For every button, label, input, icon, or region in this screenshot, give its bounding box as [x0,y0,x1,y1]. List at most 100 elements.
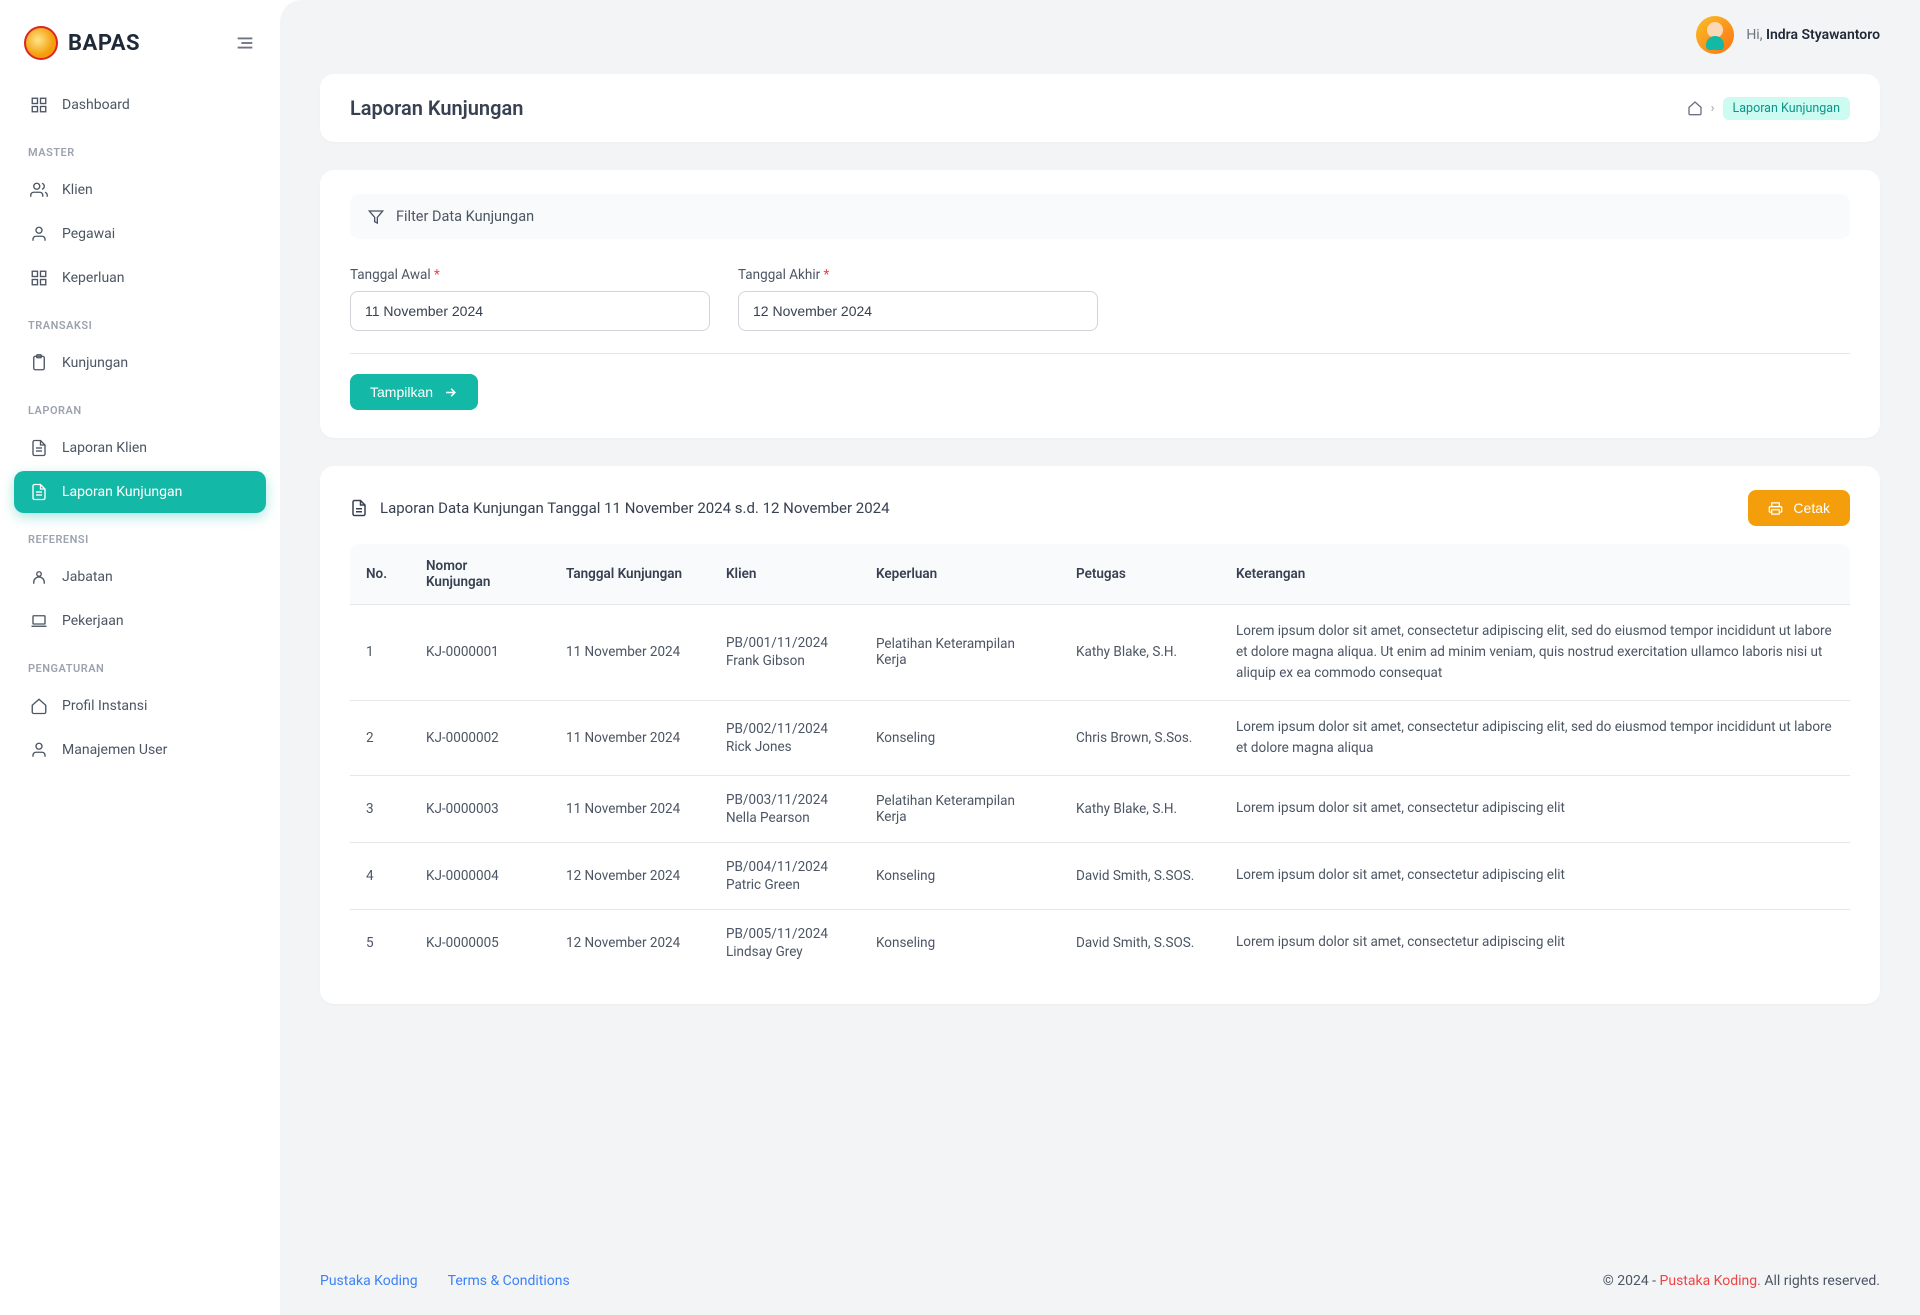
filter-heading-label: Filter Data Kunjungan [396,208,534,225]
sidebar-item-pegawai[interactable]: Pegawai [14,213,266,255]
label-tanggal-akhir: Tanggal Akhir * [738,267,1098,283]
breadcrumb-current: Laporan Kunjungan [1723,97,1850,120]
th-keperluan: Keperluan [860,544,1060,605]
cell-keperluan: Konseling [860,842,1060,909]
chevron-right-icon: › [1711,101,1715,116]
topbar: Hi, Indra Styawantoro [280,0,1920,64]
tampilkan-button[interactable]: Tampilkan [350,374,478,410]
cell-keterangan: Lorem ipsum dolor sit amet, consectetur … [1220,909,1850,976]
cell-keperluan: Konseling [860,700,1060,775]
cell-keterangan: Lorem ipsum dolor sit amet, consectetur … [1220,775,1850,842]
page-title: Laporan Kunjungan [350,96,523,120]
table-row: 5KJ-000000512 November 2024PB/005/11/202… [350,909,1850,976]
cell-petugas: David Smith, S.SOS. [1060,909,1220,976]
sidebar-item-label: Profil Instansi [62,698,147,714]
cell-klien: PB/002/11/2024Rick Jones [710,700,860,775]
cell-petugas: Kathy Blake, S.H. [1060,775,1220,842]
footer-link-pustaka[interactable]: Pustaka Koding [320,1273,418,1289]
sidebar-item-pekerjaan[interactable]: Pekerjaan [14,600,266,642]
user-name: Indra Styawantoro [1766,27,1880,43]
th-tanggal: Tanggal Kunjungan [550,544,710,605]
filter-heading: Filter Data Kunjungan [350,194,1850,239]
cell-petugas: Kathy Blake, S.H. [1060,605,1220,701]
report-table: No. Nomor Kunjungan Tanggal Kunjungan Kl… [350,544,1850,976]
grid-icon [30,96,48,114]
report-card: Laporan Data Kunjungan Tanggal 11 Novemb… [320,466,1880,1004]
grid-icon [30,269,48,287]
sidebar-item-label: Pegawai [62,226,115,242]
filter-form: Tanggal Awal * Tanggal Akhir * [350,261,1850,354]
home-icon[interactable] [1687,100,1703,116]
sidebar-item-profil-instansi[interactable]: Profil Instansi [14,685,266,727]
table-row: 2KJ-000000211 November 2024PB/002/11/202… [350,700,1850,775]
cell-keperluan: Konseling [860,909,1060,976]
cell-keperluan: Pelatihan Keterampilan Kerja [860,775,1060,842]
sidebar-item-label: Klien [62,182,93,198]
nav-section-label: PENGATURAN [14,644,266,683]
user-text: Hi, Indra Styawantoro [1746,27,1880,43]
footer-link-terms[interactable]: Terms & Conditions [448,1273,570,1289]
users-icon [30,181,48,199]
brand[interactable]: BAPAS [14,20,266,84]
sidebar-item-dashboard[interactable]: Dashboard [14,84,266,126]
table-header-row: No. Nomor Kunjungan Tanggal Kunjungan Kl… [350,544,1850,605]
cell-nomor: KJ-0000005 [410,909,550,976]
input-tanggal-akhir[interactable] [738,291,1098,331]
file-icon [30,483,48,501]
cell-nomor: KJ-0000004 [410,842,550,909]
file-icon [350,499,368,517]
th-keterangan: Keterangan [1220,544,1850,605]
cell-keterangan: Lorem ipsum dolor sit amet, consectetur … [1220,842,1850,909]
cell-klien: PB/005/11/2024Lindsay Grey [710,909,860,976]
user-icon [30,741,48,759]
cell-no: 5 [350,909,410,976]
sidebar-item-label: Laporan Kunjungan [62,484,182,500]
sidebar-item-label: Kunjungan [62,355,128,371]
cell-no: 1 [350,605,410,701]
sidebar-item-keperluan[interactable]: Keperluan [14,257,266,299]
cell-petugas: David Smith, S.SOS. [1060,842,1220,909]
cell-nomor: KJ-0000002 [410,700,550,775]
cell-keperluan: Pelatihan Keterampilan Kerja [860,605,1060,701]
field-tanggal-akhir: Tanggal Akhir * [738,267,1098,331]
cetak-button[interactable]: Cetak [1748,490,1850,526]
cell-klien: PB/003/11/2024Nella Pearson [710,775,860,842]
avatar [1696,16,1734,54]
cell-tanggal: 12 November 2024 [550,842,710,909]
sidebar-item-label: Laporan Klien [62,440,147,456]
input-tanggal-awal[interactable] [350,291,710,331]
nav-section-label: REFERENSI [14,515,266,554]
user-menu[interactable]: Hi, Indra Styawantoro [1696,16,1880,54]
sidebar-item-jabatan[interactable]: Jabatan [14,556,266,598]
file-icon [30,439,48,457]
sidebar-item-laporan-klien[interactable]: Laporan Klien [14,427,266,469]
user-greeting: Hi, [1746,27,1762,43]
report-title: Laporan Data Kunjungan Tanggal 11 Novemb… [350,499,890,517]
sidebar-item-label: Pekerjaan [62,613,124,629]
nav: DashboardMASTERKlienPegawaiKeperluanTRAN… [14,84,266,771]
cell-no: 3 [350,775,410,842]
table-row: 3KJ-000000311 November 2024PB/003/11/202… [350,775,1850,842]
th-nomor: Nomor Kunjungan [410,544,550,605]
cell-klien: PB/001/11/2024Frank Gibson [710,605,860,701]
footer: Pustaka Koding Terms & Conditions © 2024… [280,1247,1920,1315]
sidebar-item-klien[interactable]: Klien [14,169,266,211]
sidebar-item-laporan-kunjungan[interactable]: Laporan Kunjungan [14,471,266,513]
table-row: 4KJ-000000412 November 2024PB/004/11/202… [350,842,1850,909]
sidebar-item-manajemen-user[interactable]: Manajemen User [14,729,266,771]
content: Laporan Kunjungan › Laporan Kunjungan Fi… [280,64,1920,1247]
filter-card: Filter Data Kunjungan Tanggal Awal * Tan… [320,170,1880,438]
nav-section-label: LAPORAN [14,386,266,425]
filter-icon [368,209,384,225]
sidebar-item-kunjungan[interactable]: Kunjungan [14,342,266,384]
sidebar-item-label: Dashboard [62,97,130,113]
tampilkan-label: Tampilkan [370,384,433,400]
cell-tanggal: 11 November 2024 [550,775,710,842]
table-row: 1KJ-000000111 November 2024PB/001/11/202… [350,605,1850,701]
footer-copyright: © 2024 - Pustaka Koding. All rights rese… [1603,1273,1880,1289]
footer-copyright-link[interactable]: Pustaka Koding. [1660,1273,1761,1289]
cell-klien: PB/004/11/2024Patric Green [710,842,860,909]
cell-keterangan: Lorem ipsum dolor sit amet, consectetur … [1220,605,1850,701]
menu-toggle-icon[interactable] [234,32,256,54]
printer-icon [1768,501,1783,516]
